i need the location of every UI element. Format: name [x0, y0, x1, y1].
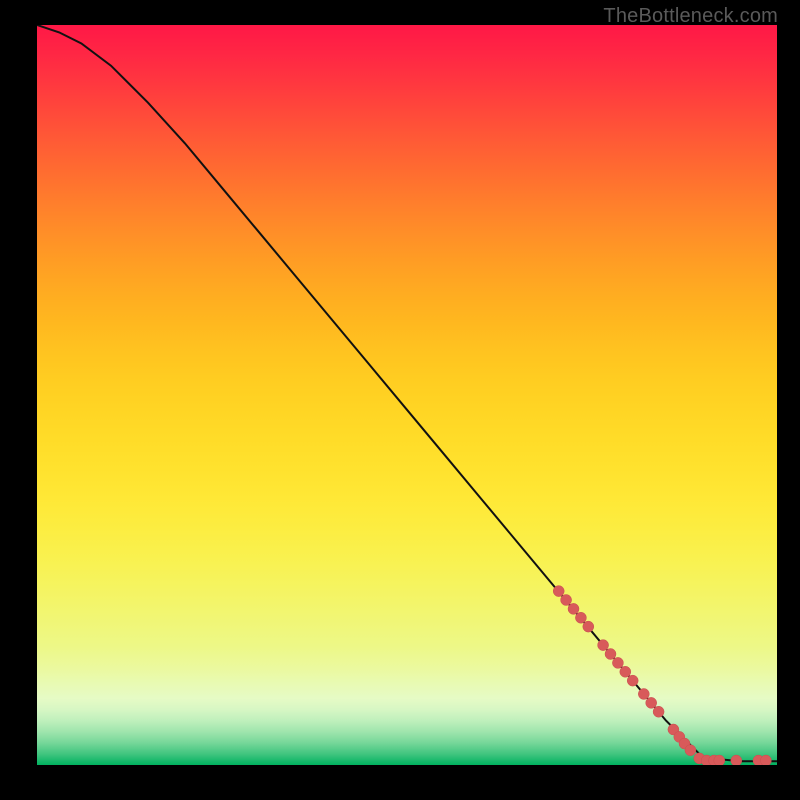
data-marker [575, 612, 586, 623]
data-marker [561, 594, 572, 605]
data-marker [605, 649, 616, 660]
data-marker [638, 688, 649, 699]
data-marker [714, 755, 725, 765]
data-marker [620, 666, 631, 677]
data-marker [653, 706, 664, 717]
data-marker [646, 697, 657, 708]
chart-outer: TheBottleneck.com [0, 0, 800, 800]
plot-area [37, 25, 777, 765]
watermark-text: TheBottleneck.com [603, 5, 778, 28]
data-marker [553, 586, 564, 597]
chart-svg [37, 25, 777, 765]
marker-group [553, 586, 771, 765]
data-marker [627, 675, 638, 686]
data-marker [598, 640, 609, 651]
data-marker [731, 755, 742, 765]
data-marker [568, 603, 579, 614]
curve-path [37, 25, 777, 761]
data-marker [685, 745, 696, 756]
data-marker [612, 657, 623, 668]
data-marker [760, 755, 771, 765]
data-marker [583, 621, 594, 632]
